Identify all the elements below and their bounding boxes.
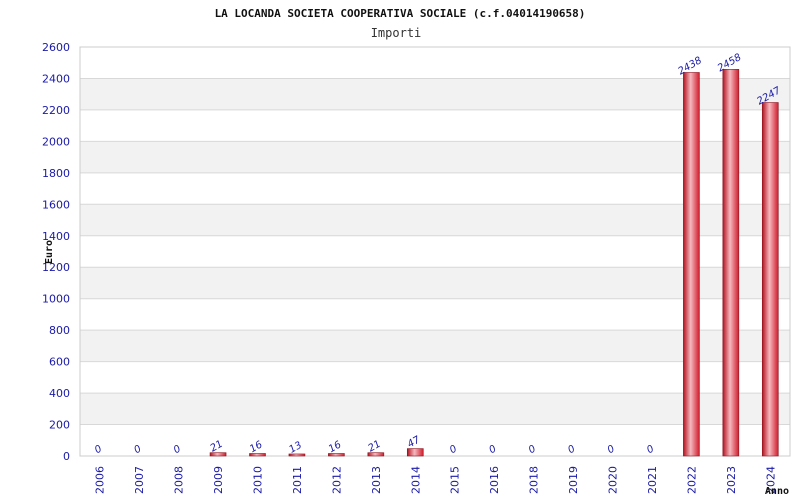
y-tick-label: 400: [49, 387, 70, 400]
data-label: 0: [172, 443, 183, 456]
bar: [722, 69, 740, 457]
x-tick-label: 2011: [291, 466, 304, 494]
bar: [683, 72, 700, 457]
x-tick-label: 2009: [212, 466, 225, 494]
x-tick-label: 2016: [488, 466, 501, 494]
data-label: 0: [93, 443, 104, 456]
y-tick-label: 2400: [42, 72, 70, 85]
bar: [761, 102, 779, 457]
x-tick-label: 2012: [330, 466, 343, 494]
y-tick-label: 1600: [42, 198, 70, 211]
data-label: 16: [248, 439, 265, 455]
x-axis-label: Anno: [765, 486, 789, 497]
y-tick-label: 1800: [42, 167, 70, 180]
data-label: 0: [566, 443, 577, 456]
x-tick-label: 2013: [370, 466, 383, 494]
x-tick-label: 2020: [607, 466, 620, 494]
x-tick-label: 2023: [725, 466, 738, 494]
x-axis: 2006 2007 2008 2009 2010 2011 2012 2013 2014 2015…: [94, 466, 778, 494]
x-tick-label: 2018: [528, 466, 541, 494]
y-tick-label: 1000: [42, 293, 70, 306]
data-label: 0: [645, 443, 656, 456]
data-label: 0: [527, 443, 538, 456]
data-label: 0: [606, 443, 617, 456]
data-label: 0: [132, 443, 143, 456]
data-label: 0: [487, 443, 498, 456]
data-label: 21: [366, 439, 383, 455]
y-tick-label: 2000: [42, 135, 70, 148]
x-tick-label: 2008: [173, 466, 186, 494]
x-tick-label: 2021: [646, 466, 659, 494]
x-tick-label: 2010: [252, 466, 265, 494]
data-label: 0: [448, 443, 459, 456]
x-tick-label: 2015: [449, 466, 462, 494]
data-label: 21: [209, 439, 226, 455]
x-tick-label: 2007: [133, 466, 146, 494]
y-tick-label: 0: [63, 450, 70, 463]
data-label: 47: [406, 434, 423, 450]
y-tick-label: 2200: [42, 104, 70, 117]
x-tick-label: 2006: [94, 466, 107, 494]
y-axis-label: Euro: [44, 240, 55, 264]
y-tick-label: 600: [49, 356, 70, 369]
y-tick-label: 200: [49, 419, 70, 432]
data-label: 13: [287, 440, 304, 456]
x-tick-label: 2022: [685, 466, 698, 494]
data-label: 16: [327, 439, 344, 455]
x-tick-label: 2019: [567, 466, 580, 494]
chart-title: LA LOCANDA SOCIETA COOPERATIVA SOCIALE (…: [215, 7, 586, 20]
bar: [406, 448, 424, 457]
chart-subtitle: Importi: [371, 26, 422, 40]
y-tick-label: 2600: [42, 41, 70, 54]
bar-chart: 0200400600800100012001400160018002000220…: [42, 7, 791, 497]
x-tick-label: 2014: [409, 466, 422, 494]
y-tick-label: 800: [49, 324, 70, 337]
